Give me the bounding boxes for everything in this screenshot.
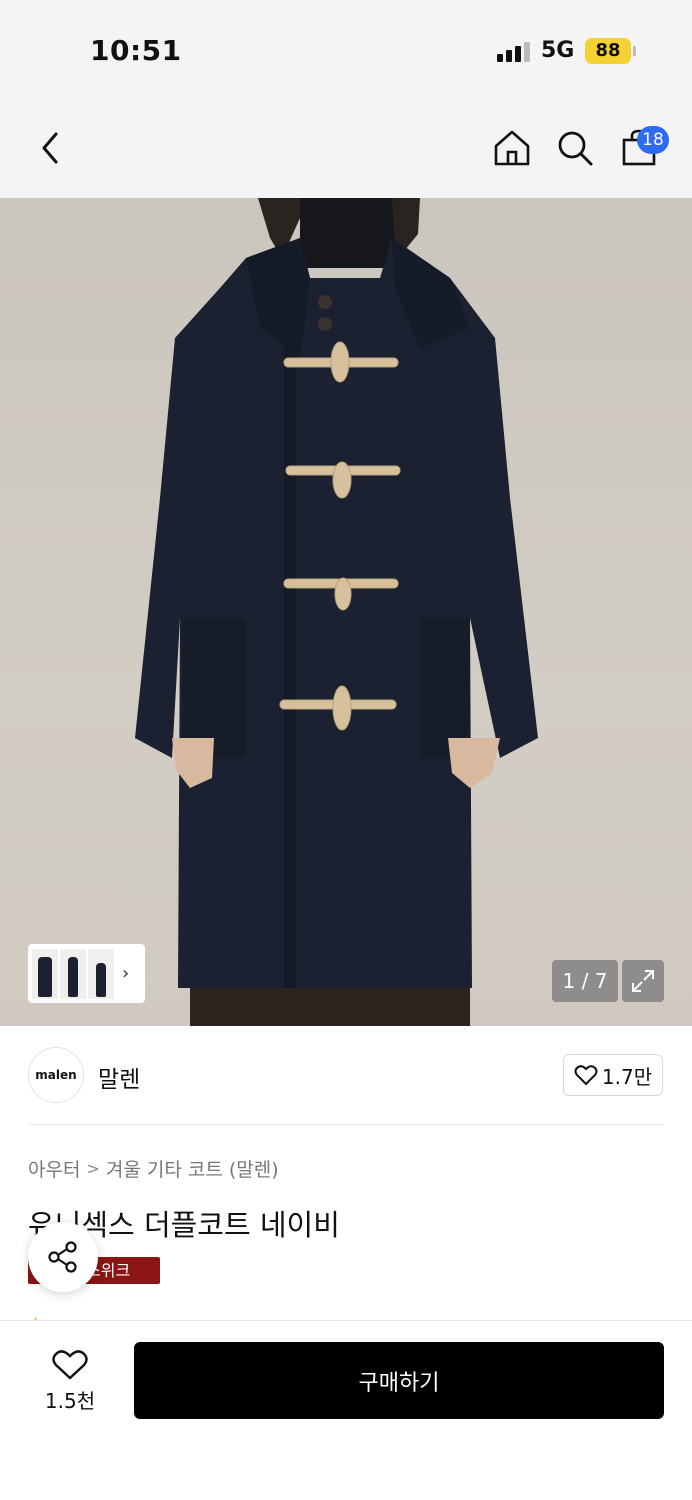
brand-like-button[interactable]: 1.7만 <box>563 1054 663 1096</box>
thumbnail-1[interactable] <box>32 948 58 999</box>
share-icon <box>48 1241 77 1273</box>
search-icon <box>558 131 593 166</box>
back-button[interactable] <box>24 122 76 174</box>
expand-icon <box>632 970 654 992</box>
share-button[interactable] <box>28 1222 98 1292</box>
home-button[interactable] <box>486 122 538 174</box>
battery-icon: 88 <box>585 38 631 64</box>
chevron-left-icon <box>42 132 58 164</box>
thumbnail-3[interactable] <box>88 948 114 999</box>
search-button[interactable] <box>549 122 601 174</box>
breadcrumb: 아우터 > 겨울 기타 코트 (말렌) <box>28 1155 279 1182</box>
heart-icon <box>574 1065 598 1086</box>
battery-tip <box>633 46 636 56</box>
thumbnail-2[interactable] <box>60 948 86 999</box>
status-bar: 10:51 5G 88 <box>0 0 692 100</box>
image-page-counter: 1 / 7 <box>552 960 618 1002</box>
divider <box>28 1124 664 1125</box>
wishlist-count: 1.5천 <box>44 1388 96 1413</box>
product-image[interactable] <box>0 198 692 1026</box>
product-photo-duffle-coat <box>135 198 538 1026</box>
wishlist-button[interactable]: 1.5천 <box>30 1344 110 1418</box>
chevron-right-icon: › <box>122 963 130 984</box>
signal-icon <box>497 42 531 62</box>
breadcrumb-category[interactable]: 아우터 <box>28 1155 80 1182</box>
brand-name[interactable]: 말렌 <box>98 1060 140 1094</box>
heart-icon <box>52 1349 88 1380</box>
home-icon <box>494 130 530 166</box>
thumbnail-strip[interactable]: › <box>28 944 145 1003</box>
brand-like-count: 1.7만 <box>601 1064 653 1089</box>
status-time: 10:51 <box>90 34 182 67</box>
brand-logo[interactable]: malen <box>28 1047 84 1103</box>
breadcrumb-subcategory[interactable]: 겨울 기타 코트 (말렌) <box>106 1155 279 1182</box>
buy-button[interactable]: 구매하기 <box>134 1342 664 1419</box>
network-type: 5G <box>541 38 575 63</box>
cart-count-badge: 18 <box>637 126 669 154</box>
expand-image-button[interactable] <box>622 960 664 1002</box>
nav-bar <box>0 100 692 198</box>
chevron-right-icon: > <box>86 1159 100 1178</box>
